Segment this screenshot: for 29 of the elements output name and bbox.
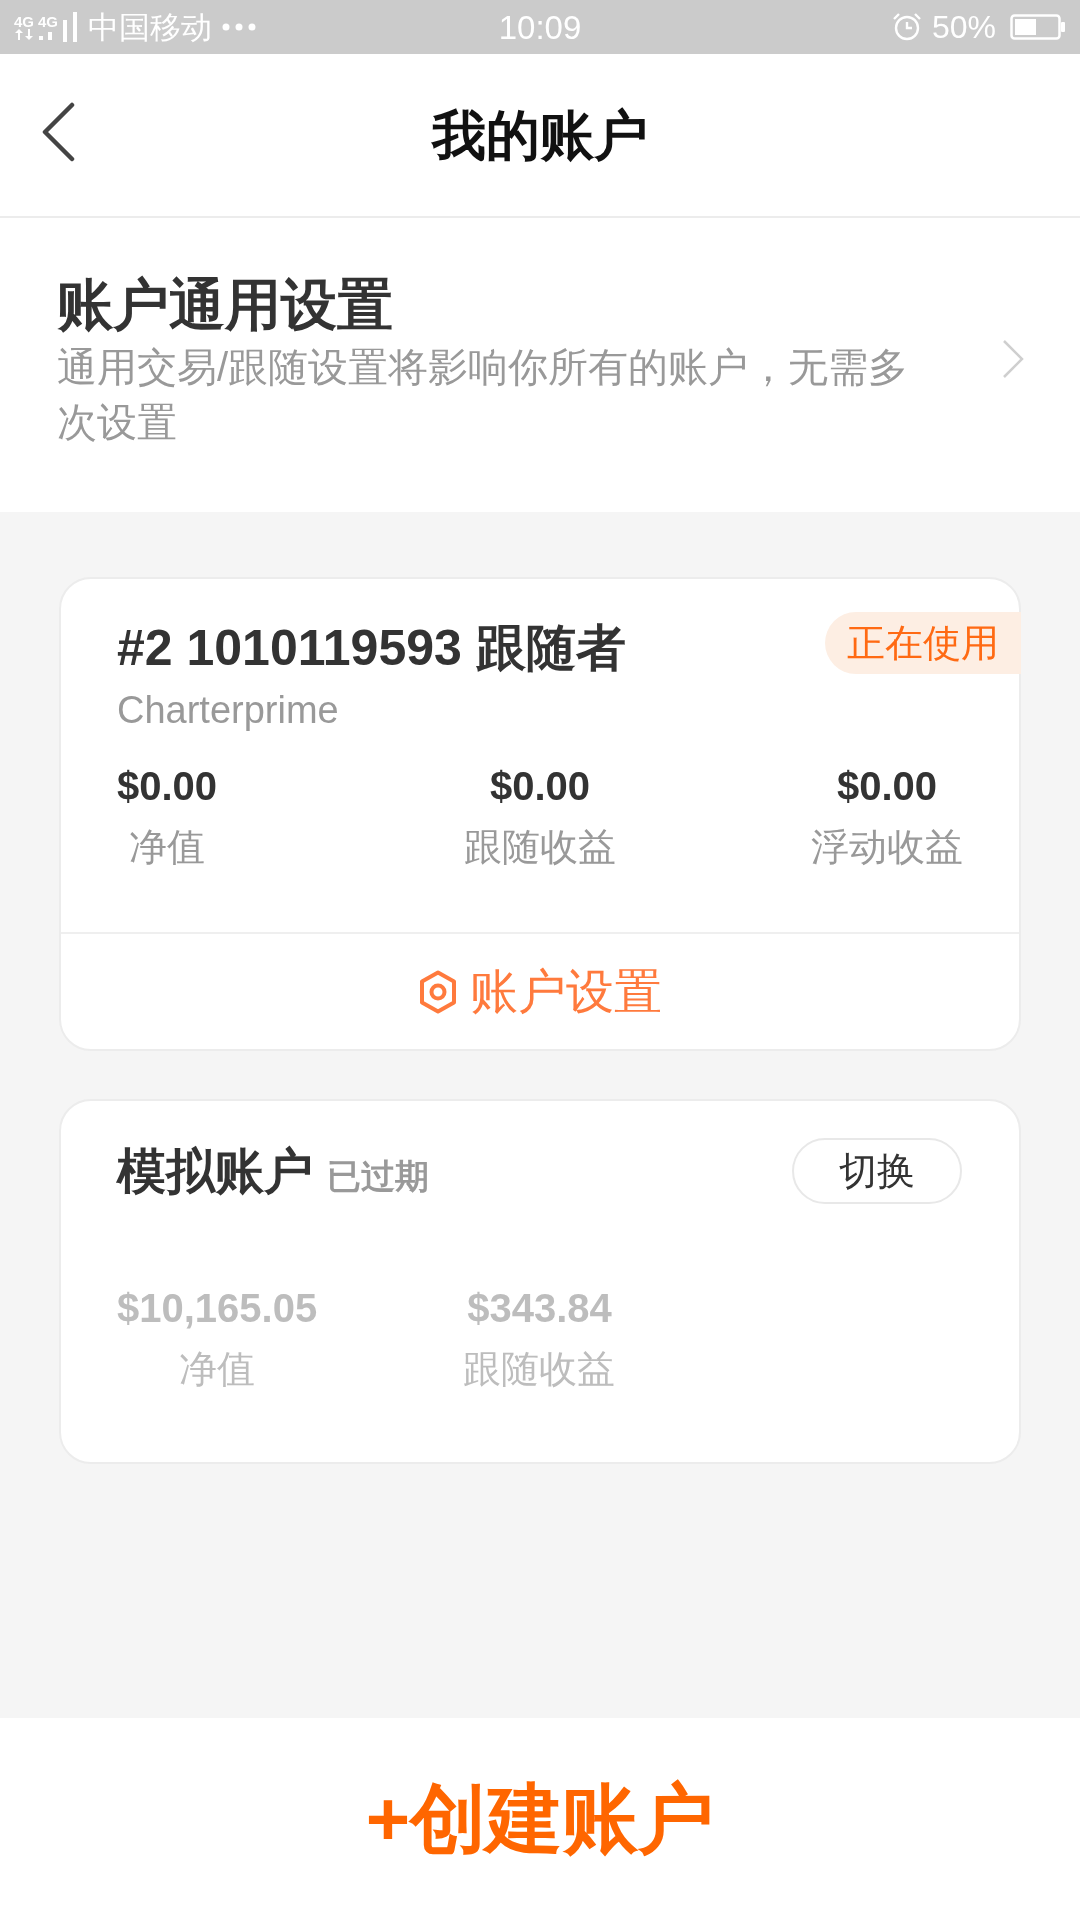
stat-value: $0.00 <box>489 763 591 810</box>
stat-value: $343.84 <box>467 1285 612 1332</box>
general-settings-row[interactable]: 账户通用设置 通用交易/跟随设置将影响你所有的账户，无需多次设置 <box>0 218 1080 512</box>
battery-icon <box>1010 14 1066 40</box>
back-button[interactable] <box>40 102 76 162</box>
in-use-badge: 正在使用 <box>825 612 1021 674</box>
alarm-clock-icon <box>891 12 922 42</box>
stat-label: 跟随收益 <box>463 1347 616 1392</box>
stat-label: 跟随收益 <box>464 825 616 870</box>
stat-value: $0.00 <box>117 763 218 810</box>
stat-value: $10,165.05 <box>117 1285 318 1332</box>
account-title: #2 1010119593 跟随者 <box>117 619 626 677</box>
data-arrows-icon <box>14 29 34 40</box>
stat-value: $0.00 <box>836 763 938 810</box>
back-icon <box>40 102 76 162</box>
account-title: 模拟账户 <box>117 1143 313 1200</box>
chevron-right-icon <box>1002 338 1024 379</box>
broker-name: Charterprime <box>117 688 339 733</box>
switch-button[interactable]: 切换 <box>792 1138 962 1204</box>
ellipsis-icon <box>222 23 257 31</box>
section-description: 通用交易/跟随设置将影响你所有的账户，无需多次设置 <box>57 344 910 446</box>
stat-label: 浮动收益 <box>811 825 963 870</box>
section-title: 账户通用设置 <box>57 273 393 337</box>
stat-label: 净值 <box>179 1347 256 1392</box>
stat-label: 净值 <box>129 825 206 870</box>
page-title: 我的账户 <box>432 103 648 167</box>
settings-icon <box>418 969 458 1014</box>
signal-bars-icon <box>62 12 79 42</box>
account-status: 已过期 <box>327 1156 429 1197</box>
